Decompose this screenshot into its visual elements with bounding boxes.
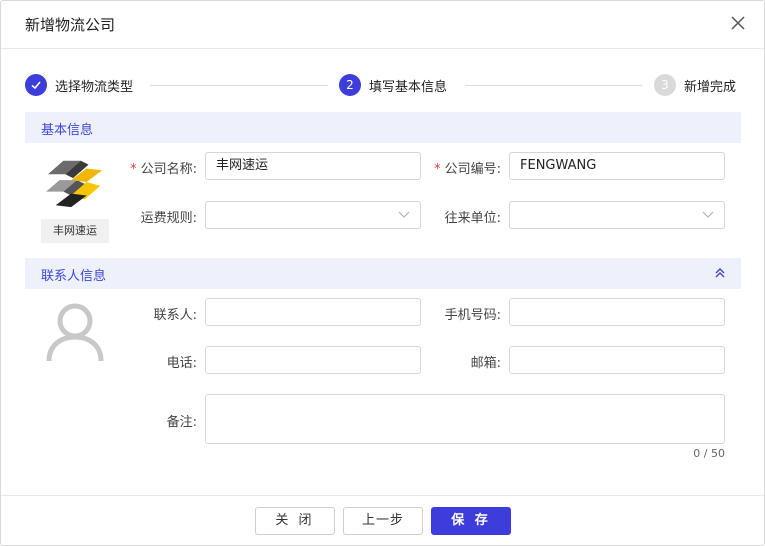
required-mark: * (130, 162, 137, 177)
step-select-type: 选择物流类型 (25, 73, 133, 97)
step-label-select-type: 选择物流类型 (55, 79, 134, 95)
company-code-label: * 公司编号: (421, 158, 501, 177)
footer-divider (1, 495, 764, 496)
close-icon[interactable] (728, 13, 748, 33)
company-code-input[interactable]: FENGWANG (509, 152, 725, 180)
company-name-label-text: 公司名称: (140, 162, 197, 177)
email-input[interactable] (509, 346, 725, 374)
contact-info-title: 联系人信息 (41, 269, 107, 284)
avatar-placeholder-icon (46, 303, 104, 362)
remark-textarea[interactable] (205, 394, 725, 444)
company-name-input[interactable]: 丰网速运 (205, 152, 421, 180)
basic-info-section-header: 基本信息 (25, 112, 741, 143)
contact-label: 联系人: (153, 308, 197, 323)
contact-info-section-header[interactable]: 联系人信息 (25, 258, 741, 289)
step-label-complete: 新增完成 (684, 79, 737, 95)
freight-rule-select[interactable] (205, 201, 421, 229)
previous-step-button[interactable]: 上一步 (343, 507, 423, 535)
remark-label: 备注: (166, 415, 197, 430)
step-fill-info: 2 填写基本信息 (339, 73, 447, 97)
check-icon (25, 74, 47, 96)
step-complete: 3 新增完成 (654, 73, 736, 97)
basic-info-title: 基本信息 (41, 123, 94, 138)
freight-rule-label: 运费规则: (140, 211, 197, 226)
dialog-header: 新增物流公司 (1, 1, 764, 49)
step-number-3: 3 (654, 74, 676, 96)
company-code-label-text: 公司编号: (444, 162, 501, 177)
step-connector (150, 85, 328, 86)
partner-select[interactable] (509, 201, 725, 229)
company-name-label: * 公司名称: (117, 158, 197, 177)
step-connector (465, 85, 642, 86)
wizard-steps: 选择物流类型 2 填写基本信息 3 新增完成 (25, 73, 741, 97)
phone-label: 电话: (166, 356, 197, 371)
fengwang-logo-icon (46, 160, 103, 208)
partner-label: 往来单位: (444, 211, 501, 226)
mobile-label: 手机号码: (444, 308, 501, 323)
close-button[interactable]: 关 闭 (255, 507, 335, 535)
logo-caption: 丰网速运 (41, 219, 109, 243)
remark-char-counter: 0 / 50 (693, 447, 725, 460)
required-mark: * (434, 162, 441, 177)
company-logo[interactable]: 丰网速运 (41, 153, 109, 243)
contact-input[interactable] (205, 298, 421, 326)
phone-input[interactable] (205, 346, 421, 374)
step-number-2: 2 (339, 74, 361, 96)
email-label: 邮箱: (470, 356, 501, 371)
save-button[interactable]: 保 存 (431, 507, 511, 535)
chevron-double-up-icon[interactable] (713, 266, 727, 280)
new-logistics-company-dialog: 新增物流公司 选择物流类型 2 填写基本信息 3 新增完成 基本信息 丰网速运 … (0, 0, 765, 546)
mobile-input[interactable] (509, 298, 725, 326)
dialog-title: 新增物流公司 (25, 16, 116, 34)
chevron-down-icon (398, 211, 410, 218)
step-label-fill-info: 填写基本信息 (369, 79, 448, 95)
chevron-down-icon (702, 211, 714, 218)
